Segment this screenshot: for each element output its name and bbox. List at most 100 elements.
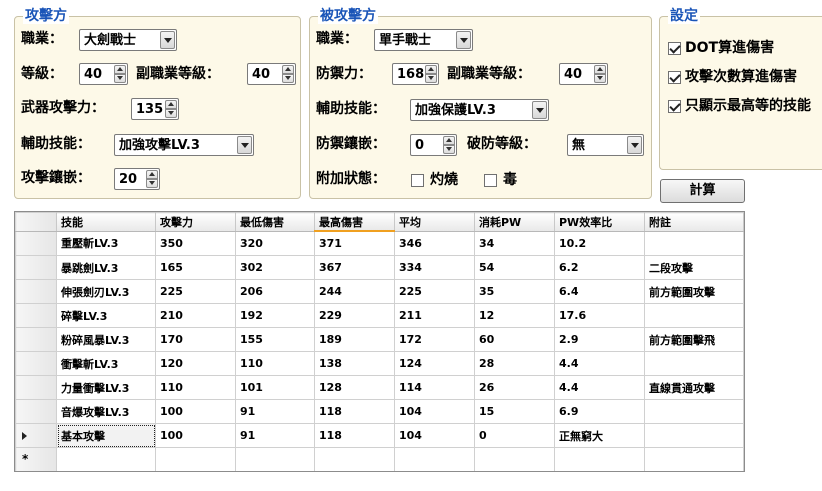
cell-max-damage[interactable]: 229: [314, 303, 395, 328]
cell-skill[interactable]: 伸張劍刃LV.3: [56, 279, 156, 304]
cell-pw-ratio[interactable]: 6.2: [554, 255, 645, 280]
cell-empty[interactable]: [474, 447, 555, 471]
stepper-up-icon[interactable]: [165, 100, 177, 109]
attack-inlay-stepper[interactable]: 20: [114, 168, 160, 190]
cell-pw-ratio[interactable]: 17.6: [554, 303, 645, 328]
stepper-up-icon[interactable]: [594, 65, 606, 74]
cell-note[interactable]: [644, 303, 744, 328]
defender-job-select[interactable]: 單手戰士: [374, 29, 473, 51]
cell-pw-ratio[interactable]: 4.4: [554, 351, 645, 376]
defense-stepper[interactable]: 168: [392, 63, 439, 85]
poison-checkbox[interactable]: [484, 174, 497, 187]
defender-sub-level-stepper[interactable]: 40: [559, 63, 608, 85]
cell-min-damage[interactable]: 91: [235, 399, 315, 424]
dot-damage-checkbox[interactable]: [668, 42, 681, 55]
cell-note[interactable]: [644, 230, 744, 256]
stepper-up-icon[interactable]: [443, 136, 455, 145]
cell-pw-cost[interactable]: 15: [474, 399, 555, 424]
weapon-attack-stepper[interactable]: 135: [131, 98, 179, 120]
cell-max-damage[interactable]: 367: [314, 255, 395, 280]
cell-average[interactable]: 211: [394, 303, 475, 328]
stepper-down-icon[interactable]: [114, 74, 126, 83]
cell-pw-cost[interactable]: 0: [474, 423, 555, 448]
stepper-down-icon[interactable]: [282, 74, 294, 83]
table-row[interactable]: 力量衝擊LV.3 110 101 128 114 26 4.4 直線貫通攻擊: [15, 375, 744, 400]
row-header[interactable]: [15, 279, 57, 304]
cell-attack[interactable]: 210: [155, 303, 236, 328]
cell-attack[interactable]: 350: [155, 230, 236, 256]
col-header-attack[interactable]: 攻擊力: [155, 212, 236, 232]
cell-max-damage[interactable]: 244: [314, 279, 395, 304]
cell-min-damage[interactable]: 206: [235, 279, 315, 304]
table-row[interactable]: 基本攻擊 100 91 118 104 0 正無窮大: [15, 423, 744, 448]
cell-attack[interactable]: 100: [155, 399, 236, 424]
stepper-up-icon[interactable]: [146, 170, 158, 179]
cell-pw-cost[interactable]: 60: [474, 327, 555, 352]
cell-skill[interactable]: 重壓斬LV.3: [56, 230, 156, 256]
cell-note[interactable]: [644, 423, 744, 448]
cell-pw-ratio[interactable]: 6.4: [554, 279, 645, 304]
cell-empty[interactable]: [644, 447, 744, 471]
cell-min-damage[interactable]: 192: [235, 303, 315, 328]
cell-average[interactable]: 104: [394, 399, 475, 424]
table-row[interactable]: 碎擊LV.3 210 192 229 211 12 17.6: [15, 303, 744, 328]
row-header[interactable]: [15, 423, 57, 448]
cell-max-damage[interactable]: 189: [314, 327, 395, 352]
cell-pw-cost[interactable]: 26: [474, 375, 555, 400]
cell-pw-cost[interactable]: 34: [474, 230, 555, 256]
stepper-down-icon[interactable]: [443, 145, 455, 154]
row-header[interactable]: [15, 327, 57, 352]
cell-note[interactable]: 二段攻擊: [644, 255, 744, 280]
cell-max-damage[interactable]: 118: [314, 423, 395, 448]
row-header[interactable]: [15, 255, 57, 280]
results-grid[interactable]: 技能 攻擊力 最低傷害 最高傷害 平均 消耗PW PW效率比 附註 重壓斬LV.…: [14, 211, 745, 472]
stepper-down-icon[interactable]: [594, 74, 606, 83]
cell-note[interactable]: 前方範圍攻擊: [644, 279, 744, 304]
col-header-min-damage[interactable]: 最低傷害: [235, 212, 315, 232]
burn-checkbox[interactable]: [411, 174, 424, 187]
cell-attack[interactable]: 165: [155, 255, 236, 280]
stepper-down-icon[interactable]: [165, 109, 177, 118]
cell-max-damage[interactable]: 128: [314, 375, 395, 400]
cell-empty[interactable]: [394, 447, 475, 471]
cell-pw-ratio[interactable]: 10.2: [554, 230, 645, 256]
defense-inlay-stepper[interactable]: 0: [410, 134, 457, 156]
cell-max-damage[interactable]: 118: [314, 399, 395, 424]
table-row[interactable]: 粉碎風暴LV.3 170 155 189 172 60 2.9 前方範圍擊飛: [15, 327, 744, 352]
stepper-up-icon[interactable]: [425, 65, 437, 74]
cell-attack[interactable]: 225: [155, 279, 236, 304]
cell-pw-cost[interactable]: 12: [474, 303, 555, 328]
cell-empty[interactable]: [314, 447, 395, 471]
attacker-skill-select[interactable]: 加強攻擊LV.3: [114, 134, 254, 156]
cell-min-damage[interactable]: 302: [235, 255, 315, 280]
new-table-row[interactable]: *: [15, 447, 744, 471]
cell-skill[interactable]: 基本攻擊: [56, 423, 156, 448]
stepper-up-icon[interactable]: [282, 65, 294, 74]
attack-count-checkbox[interactable]: [668, 71, 681, 84]
cell-skill[interactable]: 碎擊LV.3: [56, 303, 156, 328]
cell-pw-cost[interactable]: 35: [474, 279, 555, 304]
cell-pw-ratio[interactable]: 2.9: [554, 327, 645, 352]
cell-average[interactable]: 346: [394, 230, 475, 256]
row-header[interactable]: *: [15, 447, 57, 471]
cell-empty[interactable]: [235, 447, 315, 471]
cell-average[interactable]: 114: [394, 375, 475, 400]
cell-pw-cost[interactable]: 54: [474, 255, 555, 280]
cell-attack[interactable]: 100: [155, 423, 236, 448]
col-header-average[interactable]: 平均: [394, 212, 475, 232]
cell-note[interactable]: [644, 351, 744, 376]
chevron-down-icon[interactable]: [627, 136, 642, 154]
table-row[interactable]: 衝擊斬LV.3 120 110 138 124 28 4.4: [15, 351, 744, 376]
cell-average[interactable]: 104: [394, 423, 475, 448]
row-header[interactable]: [15, 230, 57, 256]
cell-pw-cost[interactable]: 28: [474, 351, 555, 376]
calculate-button[interactable]: 計算: [660, 179, 745, 203]
cell-average[interactable]: 225: [394, 279, 475, 304]
cell-note[interactable]: 前方範圍擊飛: [644, 327, 744, 352]
cell-attack[interactable]: 170: [155, 327, 236, 352]
highest-only-checkbox[interactable]: [668, 100, 681, 113]
stepper-up-icon[interactable]: [114, 65, 126, 74]
cell-skill[interactable]: 衝擊斬LV.3: [56, 351, 156, 376]
chevron-down-icon[interactable]: [237, 136, 252, 154]
cell-min-damage[interactable]: 101: [235, 375, 315, 400]
